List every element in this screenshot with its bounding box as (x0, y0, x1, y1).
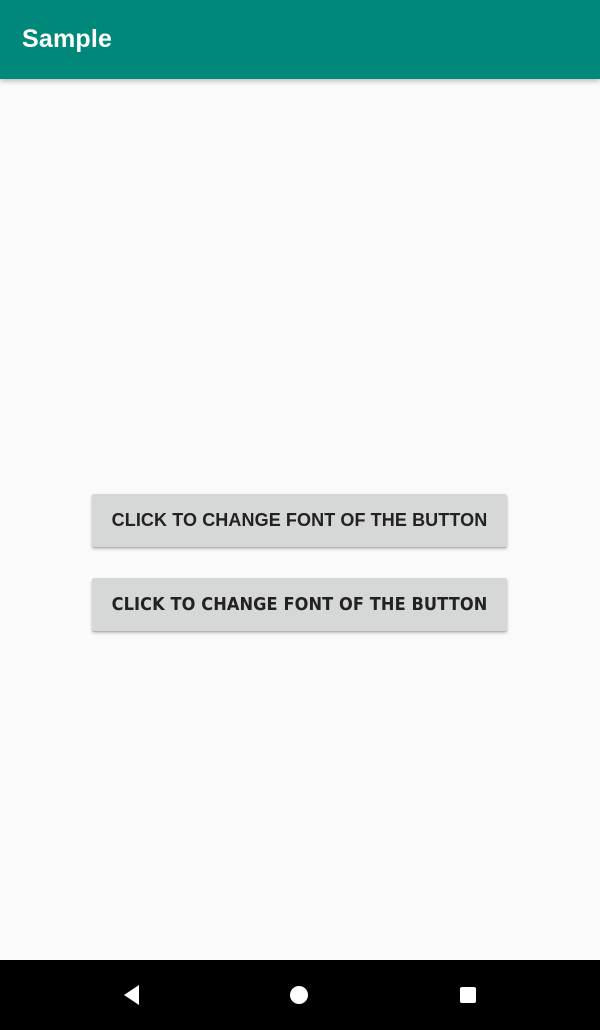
nav-home-button[interactable] (249, 960, 349, 1030)
system-navigation-bar (0, 960, 600, 1030)
nav-recents-button[interactable] (418, 960, 518, 1030)
back-triangle-icon (123, 985, 139, 1005)
recents-square-icon (460, 987, 476, 1003)
nav-back-button[interactable] (81, 960, 181, 1030)
content-area: Click to change font of the button Click… (0, 79, 600, 960)
change-font-button-primary[interactable]: Click to change font of the button (92, 494, 507, 547)
phone-screen: Sample Click to change font of the butto… (0, 0, 600, 1030)
change-font-button-secondary[interactable]: Click to change font of the button (92, 578, 507, 631)
app-bar: Sample (0, 0, 600, 79)
home-circle-icon (290, 986, 308, 1004)
app-title: Sample (22, 25, 113, 53)
